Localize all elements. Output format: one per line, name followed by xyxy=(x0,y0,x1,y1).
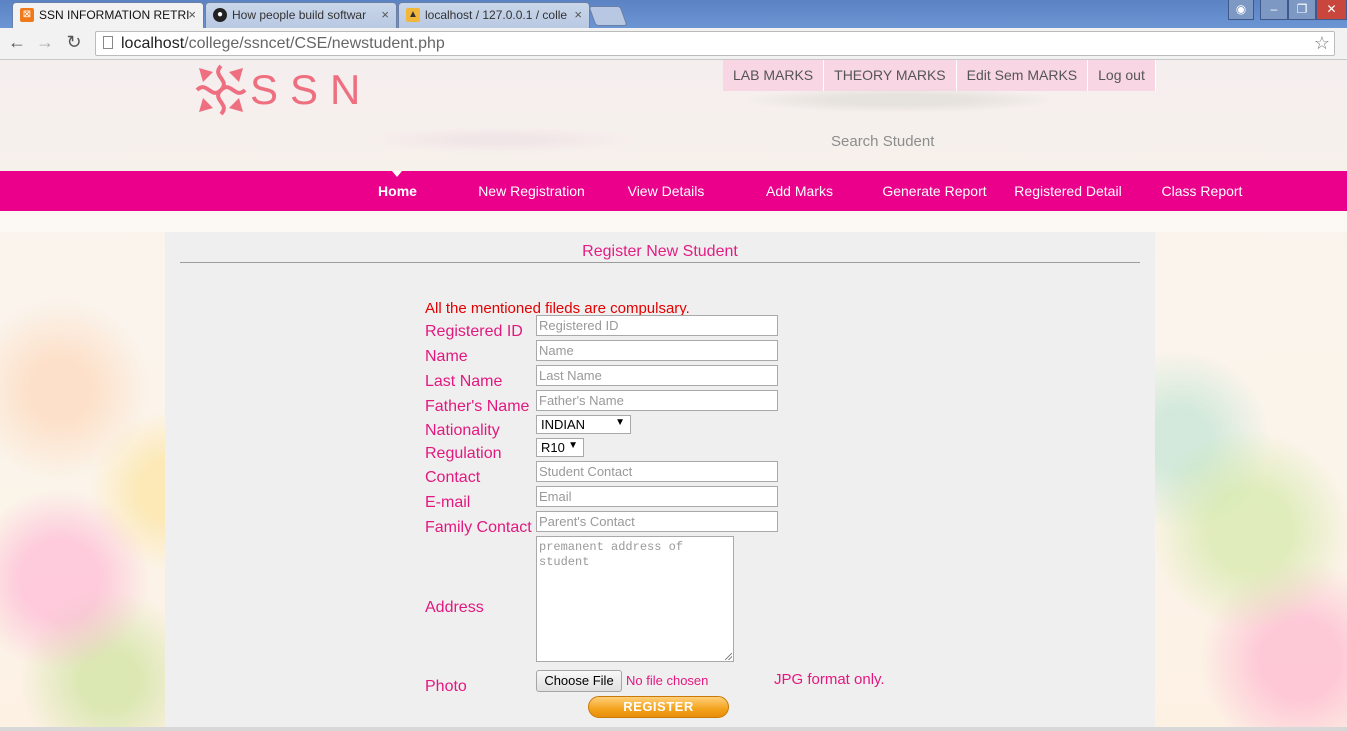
family-contact-label: Family Contact xyxy=(425,519,532,536)
contact-label: Contact xyxy=(425,469,481,486)
jpg-format-note: JPG format only. xyxy=(774,671,885,688)
resize-grip-icon[interactable] xyxy=(725,653,732,660)
browser-tab-github[interactable]: ● How people build softwar × xyxy=(205,2,397,28)
browser-tab-strip: ⊠ SSN INFORMATION RETRI × ● How people b… xyxy=(0,0,1347,28)
name-input[interactable]: Name xyxy=(536,340,778,361)
main-nav: Home New Registration View Details Add M… xyxy=(0,171,1347,211)
edit-sem-marks-link[interactable]: Edit Sem MARKS xyxy=(956,60,1089,91)
new-tab-button[interactable] xyxy=(588,6,628,26)
search-student-link[interactable]: Search Student xyxy=(831,133,934,150)
registration-panel: Register New Student All the mentioned f… xyxy=(165,232,1155,731)
lab-marks-link[interactable]: LAB MARKS xyxy=(723,60,825,91)
contact-input[interactable]: Student Contact xyxy=(536,461,778,482)
nav-class-report[interactable]: Class Report xyxy=(1148,171,1256,211)
nav-generate-report[interactable]: Generate Report xyxy=(872,171,997,211)
regulation-select[interactable]: R10 ▼ xyxy=(536,438,584,457)
browser-toolbar: ← → ↻ localhost/college/ssncet/CSE/newst… xyxy=(0,28,1347,60)
restore-button[interactable]: ❐ xyxy=(1288,0,1316,20)
nationality-label: Nationality xyxy=(425,422,500,439)
photo-label: Photo xyxy=(425,678,467,695)
tab-title: localhost / 127.0.0.1 / colle xyxy=(425,8,568,22)
address-placeholder: premanent address of student xyxy=(539,540,684,569)
tab-title: SSN INFORMATION RETRI xyxy=(39,8,190,22)
email-input[interactable]: Email xyxy=(536,486,778,507)
nav-view-details[interactable]: View Details xyxy=(610,171,722,211)
close-icon[interactable]: × xyxy=(574,7,582,22)
register-button[interactable]: REGISTER xyxy=(588,696,729,718)
page-icon xyxy=(103,36,113,49)
top-links: LAB MARKS THEORY MARKS Edit Sem MARKS Lo… xyxy=(723,60,1156,91)
xampp-icon: ⊠ xyxy=(20,8,34,22)
bookmark-star-icon[interactable]: ☆ xyxy=(1314,33,1330,54)
nav-shadow xyxy=(0,211,1347,232)
last-name-label: Last Name xyxy=(425,373,503,390)
site-header: SSN LAB MARKS THEORY MARKS Edit Sem MARK… xyxy=(0,60,1347,171)
choose-file-button[interactable]: Choose File xyxy=(536,670,622,692)
nav-new-registration[interactable]: New Registration xyxy=(465,171,598,211)
family-contact-input[interactable]: Parent's Contact xyxy=(536,511,778,532)
user-icon[interactable]: ◉ xyxy=(1228,0,1254,20)
registered-id-input[interactable]: Registered ID xyxy=(536,315,778,336)
email-label: E-mail xyxy=(425,494,471,511)
browser-tab-phpmyadmin[interactable]: ▲ localhost / 127.0.0.1 / colle × xyxy=(398,2,590,28)
minimize-button[interactable]: – xyxy=(1260,0,1288,20)
dropdown-arrow-icon: ▼ xyxy=(615,417,625,428)
window-bottom-edge xyxy=(0,727,1347,731)
address-label: Address xyxy=(425,599,484,616)
theory-marks-link[interactable]: THEORY MARKS xyxy=(824,60,957,91)
close-icon[interactable]: × xyxy=(188,7,196,22)
page-viewport: SSN LAB MARKS THEORY MARKS Edit Sem MARK… xyxy=(0,60,1347,731)
tab-title: How people build softwar xyxy=(232,8,367,22)
github-icon: ● xyxy=(213,8,227,22)
registered-id-label: Registered ID xyxy=(425,323,523,340)
back-icon[interactable]: ← xyxy=(6,32,28,53)
ssn-logo-icon xyxy=(195,64,247,116)
father-name-input[interactable]: Father's Name xyxy=(536,390,778,411)
address-textarea[interactable]: premanent address of student xyxy=(536,536,734,662)
nationality-select[interactable]: INDIAN ▼ xyxy=(536,415,631,434)
logout-link[interactable]: Log out xyxy=(1088,60,1156,91)
nav-add-marks[interactable]: Add Marks xyxy=(748,171,851,211)
nationality-value: INDIAN xyxy=(541,417,586,432)
forward-icon[interactable]: → xyxy=(34,32,56,53)
close-window-button[interactable]: ✕ xyxy=(1316,0,1347,20)
reload-icon[interactable]: ↻ xyxy=(63,32,85,53)
father-name-label: Father's Name xyxy=(425,398,530,415)
browser-tab-ssn[interactable]: ⊠ SSN INFORMATION RETRI × xyxy=(12,2,204,28)
nav-home[interactable]: Home xyxy=(360,171,435,211)
address-bar[interactable]: localhost/college/ssncet/CSE/newstudent.… xyxy=(95,31,1335,56)
phpmyadmin-icon: ▲ xyxy=(406,8,420,22)
logo-text: SSN xyxy=(250,66,373,113)
page-title: Register New Student xyxy=(582,243,738,260)
nav-registered-detail[interactable]: Registered Detail xyxy=(1004,171,1132,211)
url-text: localhost/college/ssncet/CSE/newstudent.… xyxy=(121,35,445,52)
close-icon[interactable]: × xyxy=(381,7,389,22)
dropdown-arrow-icon: ▼ xyxy=(568,440,578,451)
file-status: No file chosen xyxy=(626,673,709,688)
last-name-input[interactable]: Last Name xyxy=(536,365,778,386)
title-divider xyxy=(180,262,1140,263)
regulation-value: R10 xyxy=(541,440,565,455)
regulation-label: Regulation xyxy=(425,445,502,462)
name-label: Name xyxy=(425,348,468,365)
